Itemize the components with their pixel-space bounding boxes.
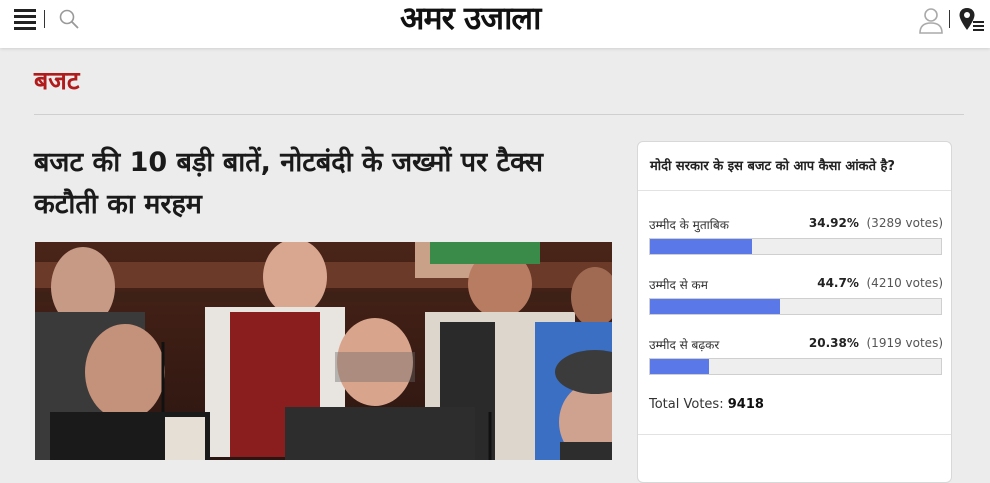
section-title[interactable]: बजट bbox=[34, 64, 79, 98]
poll-option-percent: 34.92% bbox=[808, 216, 859, 230]
poll-option-bar-fill bbox=[650, 359, 710, 374]
poll-option[interactable]: उम्मीद से बढ़कर 20.38% (1919 votes) bbox=[649, 336, 943, 396]
poll-option-stats: 20.38% (1919 votes) bbox=[809, 336, 943, 350]
poll-option-stats: 34.92% (3289 votes) bbox=[809, 216, 943, 230]
poll-option-label: उम्मीद से बढ़कर bbox=[649, 338, 720, 352]
article-photo[interactable] bbox=[35, 242, 612, 460]
poll-widget: मोदी सरकार के इस बजट को आप कैसा आंकते है… bbox=[637, 141, 952, 483]
divider bbox=[44, 10, 45, 28]
location-menu-icon[interactable] bbox=[958, 6, 986, 38]
poll-option-bar-fill bbox=[650, 239, 752, 254]
poll-option-votes: (1919 votes) bbox=[866, 336, 944, 350]
poll-option[interactable]: उम्मीद के मुताबिक 34.92% (3289 votes) bbox=[649, 216, 943, 276]
divider bbox=[949, 10, 950, 28]
poll-total-value: 9418 bbox=[727, 397, 764, 412]
poll-total: Total Votes: 9418 bbox=[649, 397, 764, 412]
divider bbox=[638, 434, 951, 435]
poll-option-percent: 20.38% bbox=[808, 336, 859, 350]
site-logo[interactable]: अमर उजाला bbox=[400, 0, 541, 36]
poll-total-label: Total Votes: bbox=[649, 397, 724, 412]
poll-option-bar bbox=[649, 298, 942, 315]
poll-option-label: उम्मीद के मुताबिक bbox=[649, 218, 729, 232]
poll-option-bar-fill bbox=[650, 299, 781, 314]
article-headline[interactable]: बजट की 10 बड़ी बातें, नोटबंदी के जख्मों … bbox=[34, 142, 604, 226]
user-icon[interactable] bbox=[918, 6, 944, 38]
poll-option-stats: 44.7% (4210 votes) bbox=[817, 276, 943, 290]
poll-option-votes: (4210 votes) bbox=[866, 276, 944, 290]
search-icon[interactable] bbox=[58, 8, 80, 34]
hamburger-menu-icon[interactable] bbox=[14, 9, 36, 30]
top-navigation-bar: अमर उजाला bbox=[0, 0, 990, 48]
poll-option-bar bbox=[649, 238, 942, 255]
section-divider bbox=[34, 114, 964, 115]
poll-option-percent: 44.7% bbox=[817, 276, 859, 290]
poll-option[interactable]: उम्मीद से कम 44.7% (4210 votes) bbox=[649, 276, 943, 336]
poll-question: मोदी सरकार के इस बजट को आप कैसा आंकते है… bbox=[650, 159, 895, 174]
poll-option-votes: (3289 votes) bbox=[866, 216, 944, 230]
poll-option-label: उम्मीद से कम bbox=[649, 278, 708, 292]
divider bbox=[638, 190, 951, 191]
poll-option-bar bbox=[649, 358, 942, 375]
